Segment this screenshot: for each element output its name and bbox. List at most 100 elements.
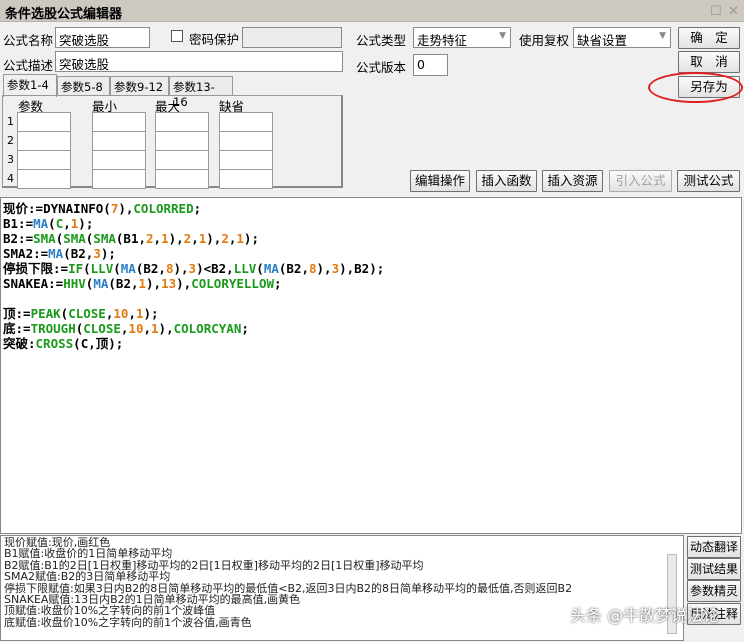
version-label: 公式版本 [356,60,407,75]
tab-params-9-12[interactable]: 参数9-12 [110,76,169,96]
param-row-number: 1 [7,115,14,128]
code-token: LLV [90,261,114,276]
code-token: ; [193,201,202,216]
param-wizard-button[interactable]: 参数精灵 [687,580,741,602]
param-cell-name[interactable] [17,112,71,132]
chevron-down-icon: ▼ [499,31,506,41]
code-token: DYNAINFO [43,201,104,216]
code-token: ; [241,321,249,336]
param-cell-max[interactable] [155,131,209,151]
maximize-icon[interactable]: ☐ [710,4,722,19]
param-cell-default[interactable] [219,169,273,189]
edit-ops-button[interactable]: 编辑操作 [410,170,470,192]
test-formula-button[interactable]: 测试公式 [677,170,740,192]
code-token: ; [274,276,282,291]
code-token: 2 [221,231,229,246]
code-token: ), [146,276,162,291]
code-token: ); [100,246,116,261]
code-token: ), [316,261,332,276]
code-token: ), [206,231,222,246]
code-line: 底:=TROUGH(CLOSE,10,1),COLORCYAN; [3,321,739,336]
code-line: 停损下限:=IF(LLV(MA(B2,8),3)<B2,LLV(MA(B2,8)… [3,261,739,276]
code-token: SMA [63,231,86,246]
tab-params-5-8[interactable]: 参数5-8 [57,76,110,96]
code-token: 顶:= [3,306,31,321]
param-cell-default[interactable] [219,131,273,151]
code-token: SMA2:= [3,246,49,261]
code-token: ); [78,216,94,231]
password-input[interactable] [242,27,342,48]
param-cell-min[interactable] [92,150,146,170]
code-line: SMA2:=MA(B2,3); [3,246,739,261]
version-input[interactable]: 0 [413,54,448,76]
param-cell-min[interactable] [92,169,146,189]
param-cell-max[interactable] [155,112,209,132]
explain-line: SMA2赋值:B2的3日简单移动平均 [4,570,171,584]
formula-type-label: 公式类型 [356,33,407,48]
code-token: COLORYELLOW [191,276,275,291]
code-token: , [128,306,136,321]
code-token: ( [48,216,56,231]
formula-desc-label: 公式描述 [3,58,54,73]
fq-value: 缺省设置 [577,33,628,48]
code-token: (C,顶); [73,336,124,351]
code-token: MA [93,276,109,291]
code-token: 现价:= [3,201,44,216]
code-token: (B2, [135,261,166,276]
code-token: , [153,231,162,246]
highlight-circle [648,72,743,103]
code-token: 突破: [3,336,36,351]
code-token: , [63,216,71,231]
formula-desc-input[interactable]: 突破选股 [55,51,343,72]
param-cell-default[interactable] [219,150,273,170]
code-line: B1:=MA(C,1); [3,216,739,231]
formula-name-input[interactable]: 突破选股 [55,27,150,48]
tab-params-1-4[interactable]: 参数1-4 [3,74,57,97]
ok-button[interactable]: 确 定 [678,27,740,49]
code-token: ),B2); [339,261,385,276]
code-token: (B2, [63,246,94,261]
param-row-number: 3 [7,153,14,166]
code-token: CLOSE [83,321,121,336]
code-token: IF [68,261,84,276]
code-token: 1 [151,321,159,336]
param-cell-name[interactable] [17,150,71,170]
code-editor[interactable]: 现价:=DYNAINFO(7),COLORRED; B1:=MA(C,1); B2:… [0,197,742,534]
code-token: 8 [308,261,317,276]
code-token: 1 [138,276,147,291]
code-token: 1 [161,231,169,246]
code-token: LLV [233,261,257,276]
chevron-down-icon: ▼ [659,31,666,41]
param-cell-max[interactable] [155,150,209,170]
code-line: B2:=SMA(SMA(SMA(B1,2,1),2,1),2,1); [3,231,739,246]
param-cell-min[interactable] [92,112,146,132]
watermark: 头条 @牛散梦说法论 [570,606,720,625]
formula-type-select[interactable]: 走势特征 ▼ [413,27,511,48]
tab-params-13-16[interactable]: 参数13-16 [169,76,233,109]
param-cell-max[interactable] [155,169,209,189]
code-token: SNAKEA:= [3,276,64,291]
code-token: CLOSE [68,306,106,321]
code-token: (B2, [278,261,309,276]
code-token: 1 [135,306,144,321]
param-cell-name[interactable] [17,131,71,151]
code-token: , [191,231,199,246]
param-cell-name[interactable] [17,169,71,189]
fq-label: 使用复权 [519,33,570,48]
password-checkbox[interactable] [171,30,183,42]
import-formula-button[interactable]: 引入公式 [609,170,672,192]
insert-function-button[interactable]: 插入函数 [476,170,537,192]
code-token: 1 [236,231,244,246]
code-line: 顶:=PEAK(CLOSE,10,1); [3,306,739,321]
test-result-button[interactable]: 测试结果 [687,558,741,580]
code-token: MA [48,246,64,261]
close-icon[interactable]: ✕ [728,4,739,19]
fq-select[interactable]: 缺省设置 ▼ [573,27,671,48]
cancel-button[interactable]: 取 消 [678,51,740,73]
param-cell-default[interactable] [219,112,273,132]
password-label: 密码保护 [189,32,240,47]
param-cell-min[interactable] [92,131,146,151]
insert-resource-button[interactable]: 插入资源 [542,170,603,192]
code-token: HHV [63,276,86,291]
dynamic-translate-button[interactable]: 动态翻译 [687,536,741,558]
